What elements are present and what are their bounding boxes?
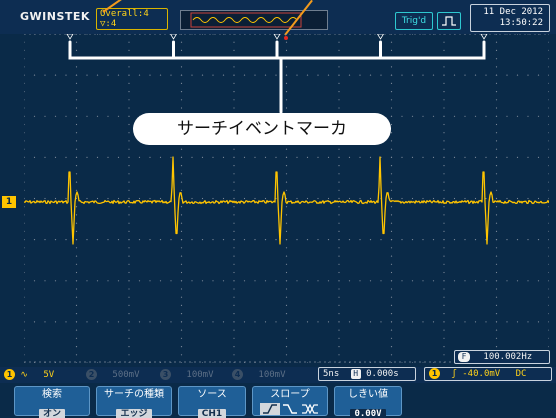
ch3-info[interactable]: 3 100mV xyxy=(160,368,214,382)
trigger-source-badge: 1 xyxy=(429,368,440,379)
softkey-search-type-value: エッジ xyxy=(116,409,152,418)
ch3-scale: 100mV xyxy=(186,370,214,380)
rising-edge-icon xyxy=(437,12,461,30)
h-position-icon: H xyxy=(350,369,361,379)
search-marker-2 xyxy=(170,34,177,40)
graticule xyxy=(24,34,549,363)
softkey-threshold-title: しきい値 xyxy=(348,389,388,400)
softkey-source-title: ソース xyxy=(197,389,227,400)
ch1-ground-marker: 1 xyxy=(2,196,16,208)
search-event-marker-label: サーチイベントマーカ xyxy=(133,113,391,145)
time: 13:50:22 xyxy=(499,18,543,28)
search-marker-1 xyxy=(66,34,74,40)
oscilloscope-screen: GWINSTEK Overall:4 ▽:4 Trig'd 11 Dec 201… xyxy=(0,0,556,418)
search-markers xyxy=(66,34,488,40)
trigger-info[interactable]: 1 ʃ -40.0mV DC xyxy=(424,367,552,381)
overview-wave xyxy=(190,12,302,28)
ch2-scale: 500mV xyxy=(112,370,140,380)
ch1-badge: 1 xyxy=(4,369,15,380)
timebase: 5ns xyxy=(323,369,340,379)
trigger-status-badge: Trig'd xyxy=(395,12,433,30)
ch3-badge: 3 xyxy=(160,369,171,380)
search-marker-bracket xyxy=(68,40,486,114)
softkey-threshold-value: 0.00V xyxy=(350,409,386,418)
trigger-coupling: DC xyxy=(515,369,527,379)
date-time: 11 Dec 2012 13:50:22 xyxy=(470,4,550,32)
ch4-info[interactable]: 4 100mV xyxy=(232,368,286,382)
timebase-box[interactable]: 5ns H 0.000s xyxy=(318,367,416,381)
ch2-info[interactable]: 2 500mV xyxy=(86,368,140,382)
search-marker-5 xyxy=(480,34,488,40)
frequency-counter: F 100.002Hz xyxy=(454,350,550,364)
slope-options-icon xyxy=(260,403,318,415)
channel-info-bar: 1 ∿ 5V 2 500mV 3 100mV 4 100mV 5ns H 0.0… xyxy=(0,367,556,383)
softkey-search-title: 検索 xyxy=(42,389,62,400)
frequency-icon: F xyxy=(458,352,470,362)
search-marker-4 xyxy=(377,34,384,40)
date: 11 Dec 2012 xyxy=(483,7,543,17)
rising-slope-icon: ʃ xyxy=(451,369,457,379)
softkey-threshold[interactable]: しきい値 0.00V xyxy=(334,386,402,418)
search-marker-3 xyxy=(273,34,281,40)
overall-count: Overall:4 xyxy=(100,9,149,19)
softkey-search[interactable]: 検索 オン xyxy=(14,386,90,418)
softkey-slope[interactable]: スロープ xyxy=(252,386,328,416)
current-marker-dot xyxy=(284,36,288,40)
search-event-count: Overall:4 ▽:4 xyxy=(96,8,168,30)
softkey-search-type-title: サーチの種類 xyxy=(104,389,164,400)
memory-overview-bar[interactable] xyxy=(180,10,328,30)
h-position: 0.000s xyxy=(366,369,399,379)
softkey-slope-title: スロープ xyxy=(270,389,310,400)
grid-dots xyxy=(24,34,549,363)
ch4-scale: 100mV xyxy=(258,370,286,380)
ac-coupling-icon: ∿ xyxy=(20,370,28,380)
softkey-source[interactable]: ソース CH1 xyxy=(178,386,246,418)
ch2-badge: 2 xyxy=(86,369,97,380)
top-status-bar: GWINSTEK Overall:4 ▽:4 Trig'd 11 Dec 201… xyxy=(0,0,556,34)
ch1-scale: 5V xyxy=(43,370,55,380)
ch1-info[interactable]: 1 ∿ 5V xyxy=(4,368,54,382)
marker-count: ▽:4 xyxy=(100,19,117,29)
softkey-search-type[interactable]: サーチの種類 エッジ xyxy=(96,386,172,418)
ch4-badge: 4 xyxy=(232,369,243,380)
soft-key-menu: 検索 オン サーチの種類 エッジ ソース CH1 スロープ しきい値 0.00V xyxy=(0,384,556,418)
softkey-search-value: オン xyxy=(38,409,65,418)
trigger-level: -40.0mV xyxy=(462,369,501,379)
frequency-value: 100.002Hz xyxy=(483,352,533,362)
brand-logo: GWINSTEK xyxy=(20,10,90,23)
softkey-source-value: CH1 xyxy=(197,409,227,418)
